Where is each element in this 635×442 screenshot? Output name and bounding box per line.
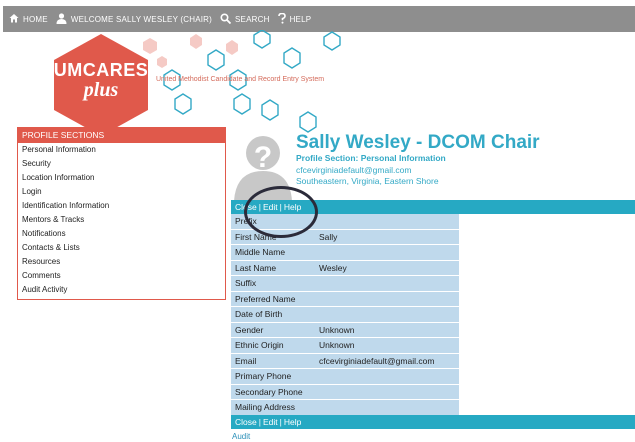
field-label: Mailing Address bbox=[235, 402, 296, 412]
logo-main-text: UMCARES bbox=[53, 60, 149, 80]
field-value bbox=[319, 385, 459, 400]
field-row-preferred-name: Preferred Name bbox=[231, 292, 459, 307]
field-row-ethnic-origin: Ethnic Origin Unknown bbox=[231, 338, 459, 354]
field-value bbox=[319, 214, 459, 229]
field-label: Email bbox=[235, 355, 257, 366]
nav-home-label: HOME bbox=[23, 14, 48, 24]
tagline: United Methodist Candidate and Record En… bbox=[156, 76, 325, 83]
field-value bbox=[319, 400, 459, 415]
top-nav-bar: HOME WELCOME SALLY WESLEY (CHAIR) SEARCH… bbox=[3, 6, 635, 32]
field-label: Date of Birth bbox=[235, 309, 283, 319]
field-value bbox=[319, 369, 459, 384]
logo-sub-text: plus bbox=[83, 79, 119, 101]
sidebar-item-contacts-lists[interactable]: Contacts & Lists bbox=[18, 241, 225, 255]
sidebar-item-notifications[interactable]: Notifications bbox=[18, 227, 225, 241]
nav-home[interactable]: HOME bbox=[9, 13, 48, 25]
sidebar-item-location-information[interactable]: Location Information bbox=[18, 171, 225, 185]
field-row-primary-phone: Primary Phone bbox=[231, 369, 459, 385]
edit-link[interactable]: Edit bbox=[263, 417, 278, 427]
audit-link[interactable]: Audit bbox=[232, 432, 250, 441]
sidebar-item-audit-activity[interactable]: Audit Activity bbox=[18, 283, 225, 297]
field-value: Wesley bbox=[319, 262, 347, 273]
help-icon bbox=[277, 12, 286, 26]
field-value: Unknown bbox=[319, 324, 355, 335]
close-link[interactable]: Close bbox=[235, 417, 257, 427]
profile-name: Sally Wesley - DCOM Chair bbox=[296, 132, 540, 153]
field-label: Suffix bbox=[235, 278, 257, 288]
field-label: Preferred Name bbox=[235, 293, 296, 304]
field-value bbox=[319, 276, 459, 291]
separator: | bbox=[258, 417, 261, 427]
sidebar-item-resources[interactable]: Resources bbox=[18, 255, 225, 269]
nav-search[interactable]: SEARCH bbox=[220, 12, 270, 26]
profile-region: Southeastern, Virginia, Eastern Shore bbox=[296, 176, 439, 186]
sidebar-item-login[interactable]: Login bbox=[18, 185, 225, 199]
sidebar-item-personal-information[interactable]: Personal Information bbox=[18, 143, 225, 157]
field-row-gender: Gender Unknown bbox=[231, 323, 459, 338]
sidebar-item-identification-information[interactable]: Identification Information bbox=[18, 199, 225, 213]
field-value: cfcevirginiadefault@gmail.com bbox=[319, 355, 435, 366]
field-value bbox=[319, 307, 459, 322]
logo[interactable]: UMCARES plus bbox=[52, 60, 150, 102]
nav-help[interactable]: HELP bbox=[277, 12, 312, 26]
field-label: Last Name bbox=[235, 262, 277, 273]
field-row-email: Email cfcevirginiadefault@gmail.com bbox=[231, 354, 459, 369]
sidebar-item-security[interactable]: Security bbox=[18, 157, 225, 171]
field-label: Middle Name bbox=[235, 247, 286, 257]
nav-search-label: SEARCH bbox=[235, 14, 270, 24]
field-row-secondary-phone: Secondary Phone bbox=[231, 385, 459, 400]
sidebar-item-mentors-tracks[interactable]: Mentors & Tracks bbox=[18, 213, 225, 227]
sidebar-header: PROFILE SECTIONS bbox=[18, 128, 225, 143]
field-value bbox=[319, 292, 459, 307]
sidebar-item-comments[interactable]: Comments bbox=[18, 269, 225, 283]
field-row-suffix: Suffix bbox=[231, 276, 459, 292]
field-label: Primary Phone bbox=[235, 371, 292, 381]
annotation-circle bbox=[244, 186, 318, 238]
profile-sections-sidebar: PROFILE SECTIONS Personal Information Se… bbox=[17, 127, 226, 300]
field-row-date-of-birth: Date of Birth bbox=[231, 307, 459, 323]
nav-help-label: HELP bbox=[289, 14, 312, 24]
help-link[interactable]: Help bbox=[284, 417, 301, 427]
svg-text:?: ? bbox=[254, 141, 272, 174]
action-bar-bottom: Close | Edit | Help bbox=[231, 415, 635, 429]
personal-info-fields: Prefix First Name Sally Middle Name Last… bbox=[231, 214, 459, 416]
field-value: Sally bbox=[319, 231, 338, 242]
home-icon bbox=[9, 13, 19, 25]
field-label: Secondary Phone bbox=[235, 386, 303, 397]
profile-section-title: Profile Section: Personal Information bbox=[296, 153, 446, 163]
search-icon bbox=[220, 12, 232, 26]
separator: | bbox=[279, 417, 282, 427]
field-row-middle-name: Middle Name bbox=[231, 245, 459, 261]
nav-welcome-label: WELCOME SALLY WESLEY (CHAIR) bbox=[70, 14, 213, 24]
user-icon bbox=[56, 12, 67, 26]
field-value: Unknown bbox=[319, 340, 355, 350]
profile-email[interactable]: cfcevirginiadefault@gmail.com bbox=[296, 165, 411, 175]
field-row-mailing-address: Mailing Address bbox=[231, 400, 459, 416]
field-row-last-name: Last Name Wesley bbox=[231, 261, 459, 276]
nav-welcome[interactable]: WELCOME SALLY WESLEY (CHAIR) bbox=[56, 12, 213, 26]
field-label: Gender bbox=[235, 324, 264, 335]
field-value bbox=[319, 245, 459, 260]
field-label: Ethnic Origin bbox=[235, 340, 284, 350]
